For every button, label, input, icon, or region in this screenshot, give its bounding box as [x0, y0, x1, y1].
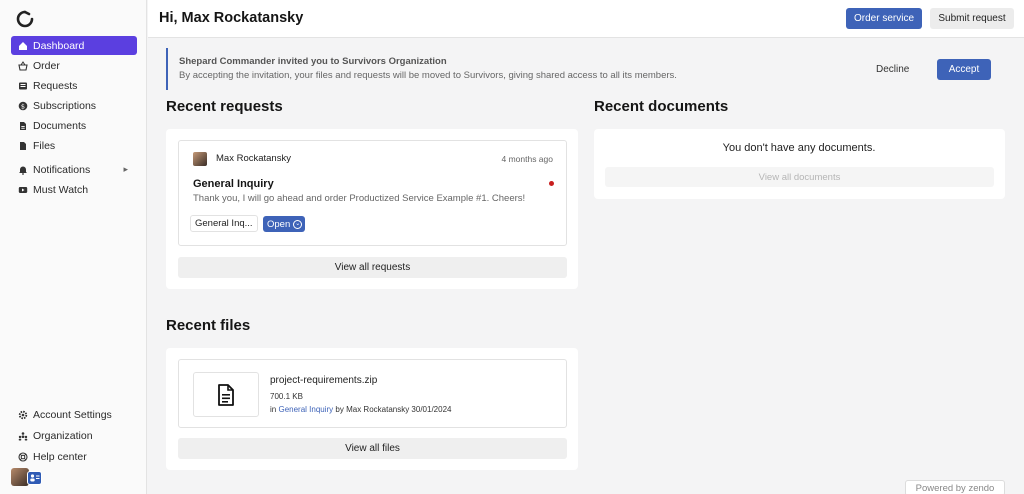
status-badge[interactable]: Open ⌄	[263, 216, 305, 232]
decline-button[interactable]: Decline	[876, 64, 909, 75]
recent-documents-title: Recent documents	[594, 98, 729, 115]
request-tag: General Inq...	[190, 215, 258, 232]
documents-empty-text: You don't have any documents.	[722, 142, 876, 154]
sidebar-item-account-settings[interactable]: Account Settings	[11, 405, 137, 424]
top-header: Hi, Max Rockatansky Order service Submit…	[148, 0, 1024, 38]
view-all-files-button[interactable]: View all files	[178, 438, 567, 459]
chevron-down-icon: ⌄	[293, 219, 303, 229]
unread-dot-icon	[549, 181, 554, 186]
file-meta-prefix: in	[270, 405, 277, 414]
powered-by-badge[interactable]: Powered by zendo	[905, 480, 1005, 494]
organization-badge-icon	[27, 471, 42, 485]
invitation-text: By accepting the invitation, your files …	[179, 70, 677, 81]
svg-text:$: $	[20, 102, 24, 110]
submit-request-button[interactable]: Submit request	[930, 8, 1014, 29]
order-service-button[interactable]: Order service	[846, 8, 922, 29]
file-request-link[interactable]: General Inquiry	[278, 405, 333, 414]
request-message: Thank you, I will go ahead and order Pro…	[193, 193, 526, 204]
sidebar-nav: Dashboard Order Requests $ Subscriptions…	[11, 36, 137, 201]
sidebar-item-label: Dashboard	[33, 39, 85, 52]
sidebar-item-requests[interactable]: Requests	[11, 76, 137, 95]
sidebar-item-label: Account Settings	[33, 408, 112, 421]
sidebar-item-label: Must Watch	[33, 183, 89, 196]
sidebar-item-label: Subscriptions	[33, 100, 97, 113]
request-item[interactable]: Max Rockatansky 4 months ago General Inq…	[178, 140, 567, 246]
lifebuoy-icon	[17, 451, 28, 462]
bell-icon	[17, 164, 28, 175]
invitation-title: Shepard Commander invited you to Survivo…	[179, 56, 447, 67]
sidebar-item-help-center[interactable]: Help center	[11, 447, 137, 466]
file-thumbnail	[193, 372, 259, 417]
sidebar-item-organization[interactable]: Organization	[11, 426, 137, 445]
request-author: Max Rockatansky	[216, 153, 291, 164]
sidebar-item-must-watch[interactable]: Must Watch	[11, 180, 137, 199]
request-title: General Inquiry	[193, 178, 274, 190]
video-icon	[17, 184, 28, 195]
sidebar-item-label: Notifications	[33, 163, 91, 176]
recent-files-card: project-requirements.zip 700.1 KB in Gen…	[166, 348, 578, 470]
invitation-banner: Shepard Commander invited you to Survivo…	[166, 48, 1006, 90]
sidebar-item-subscriptions[interactable]: $ Subscriptions	[11, 97, 137, 116]
sidebar-item-label: Requests	[33, 79, 78, 92]
sidebar-bottom-nav: Account Settings Organization Help cente…	[11, 405, 137, 468]
file-meta-author: by Max Rockatansky 30/01/2024	[335, 405, 452, 414]
sidebar-item-documents[interactable]: Documents	[11, 117, 137, 136]
sidebar-item-order[interactable]: Order	[11, 56, 137, 75]
sidebar-item-label: Organization	[33, 429, 93, 442]
recent-files-title: Recent files	[166, 317, 251, 334]
accept-button[interactable]: Accept	[937, 59, 991, 80]
dollar-circle-icon: $	[17, 101, 28, 112]
document-icon	[17, 121, 28, 132]
sidebar: Dashboard Order Requests $ Subscriptions…	[0, 0, 147, 494]
inbox-icon	[17, 80, 28, 91]
chevron-right-icon: ▸	[123, 164, 128, 175]
gear-icon	[17, 409, 28, 420]
sidebar-item-label: Files	[33, 140, 56, 153]
avatar	[193, 152, 207, 166]
users-icon	[17, 430, 28, 441]
sidebar-item-dashboard[interactable]: Dashboard	[11, 36, 137, 55]
file-icon	[17, 141, 28, 152]
account-switcher[interactable]	[11, 468, 43, 488]
file-name: project-requirements.zip	[270, 375, 378, 386]
basket-icon	[17, 60, 28, 71]
sidebar-item-label: Documents	[33, 120, 87, 133]
view-all-requests-button[interactable]: View all requests	[178, 257, 567, 278]
recent-requests-title: Recent requests	[166, 98, 283, 115]
sidebar-item-label: Help center	[33, 450, 87, 463]
document-icon	[218, 383, 234, 406]
page-title: Hi, Max Rockatansky	[159, 10, 304, 26]
sidebar-item-notifications[interactable]: Notifications ▸	[11, 160, 137, 179]
recent-documents-card: You don't have any documents. View all d…	[594, 129, 1005, 199]
recent-requests-card: Max Rockatansky 4 months ago General Inq…	[166, 129, 578, 289]
home-icon	[17, 40, 28, 51]
sidebar-item-label: Order	[33, 59, 60, 72]
status-label: Open	[267, 218, 291, 230]
request-time: 4 months ago	[501, 154, 553, 164]
file-size: 700.1 KB	[270, 392, 303, 401]
file-meta: in General Inquiry by Max Rockatansky 30…	[270, 405, 451, 414]
sidebar-item-files[interactable]: Files	[11, 137, 137, 156]
file-item[interactable]: project-requirements.zip 700.1 KB in Gen…	[178, 359, 567, 428]
view-all-documents-button[interactable]: View all documents	[605, 167, 994, 187]
logo-icon[interactable]	[16, 10, 34, 28]
